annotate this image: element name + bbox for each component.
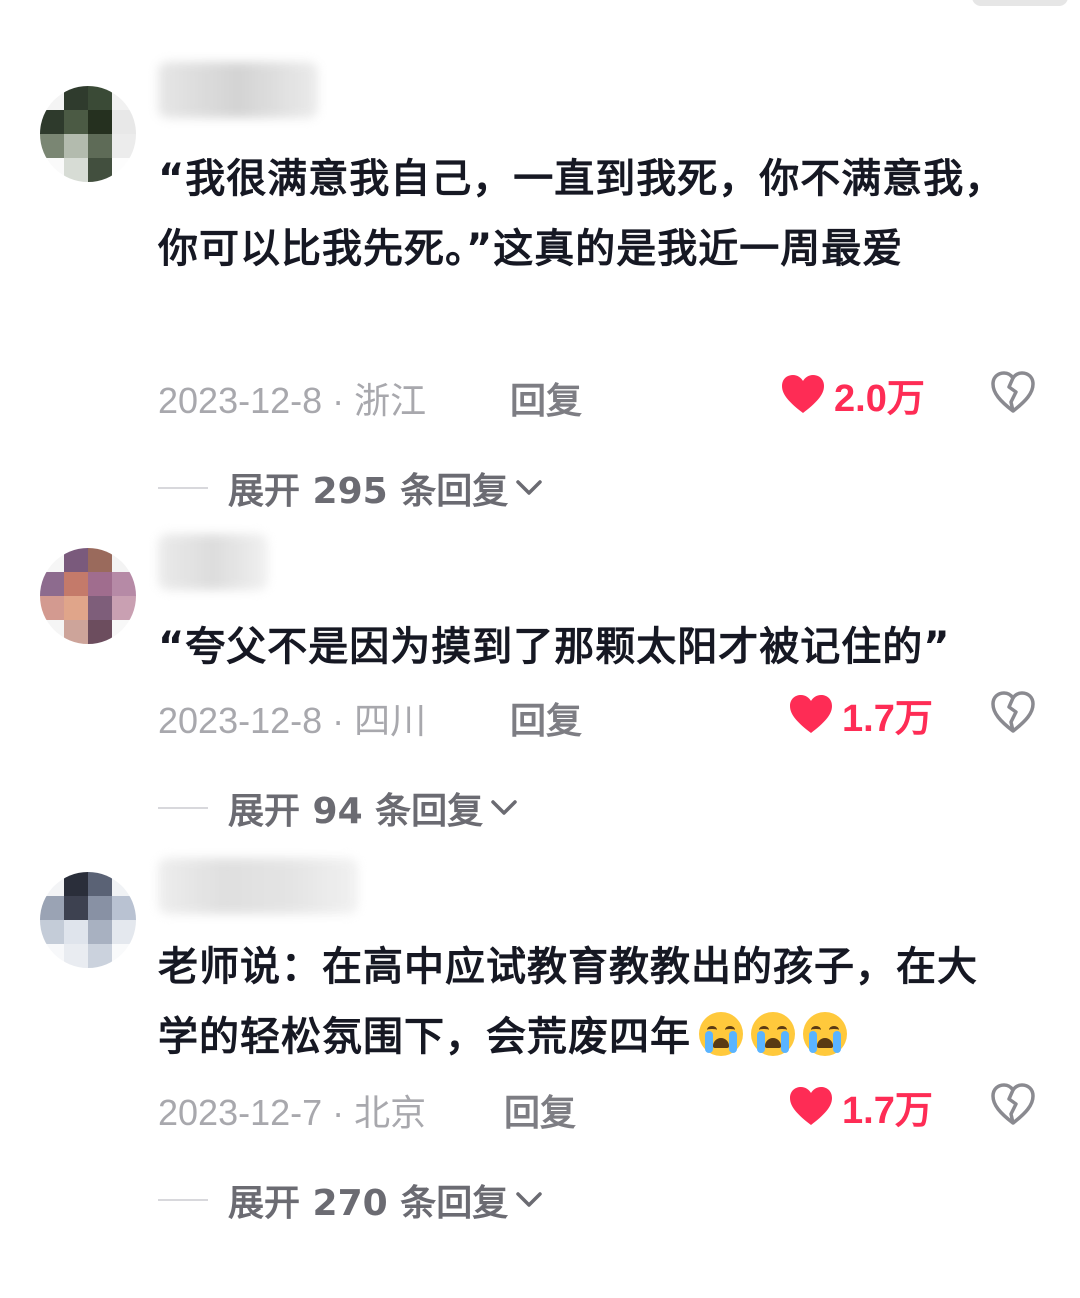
comment-meta: 2023-12-8 · 四川 回复 1.7万 [158, 686, 1048, 742]
comment-date-location: 2023-12-7 · 北京 [158, 1092, 427, 1133]
expand-replies-label: 展开 94 条回复 [228, 791, 484, 832]
expand-replies[interactable]: 展开 295 条回复 [158, 460, 544, 516]
top-scroll-indicator [972, 0, 1068, 6]
username-blurred[interactable] [158, 858, 358, 914]
broken-heart-icon[interactable] [990, 690, 1036, 734]
username-blurred[interactable] [158, 62, 318, 118]
chevron-down-icon [491, 800, 517, 815]
comment-text: “我很满意我自己，一直到我死，你不满意我，你可以比我先死。”这真的是我近一周最爱 [158, 156, 1006, 272]
heart-icon [782, 375, 824, 413]
comment-date-location: 2023-12-8 · 四川 [158, 700, 427, 741]
avatar[interactable] [40, 86, 136, 182]
divider-line [158, 1199, 208, 1201]
expand-replies[interactable]: 展开 270 条回复 [158, 1172, 544, 1228]
loudly-crying-face-icon [699, 1012, 743, 1056]
loudly-crying-face-icon [751, 1012, 795, 1056]
comment-meta: 2023-12-7 · 北京 回复 1.7万 [158, 1078, 1048, 1134]
reply-button[interactable]: 回复 [504, 1084, 576, 1136]
expand-replies[interactable]: 展开 94 条回复 [158, 780, 519, 836]
reply-button[interactable]: 回复 [510, 692, 582, 744]
heart-icon [790, 695, 832, 733]
chevron-down-icon [516, 1192, 542, 1207]
like-count: 1.7万 [842, 697, 933, 740]
broken-heart-icon[interactable] [990, 1082, 1036, 1126]
loudly-crying-face-icon [803, 1012, 847, 1056]
divider-line [158, 807, 208, 809]
comment-text: 老师说：在高中应试教育教教出的孩子，在大学的轻松氛围下，会荒废四年 [158, 932, 1008, 1072]
like-count: 2.0万 [834, 377, 925, 420]
broken-heart-icon[interactable] [990, 370, 1036, 414]
username-blurred[interactable] [158, 534, 268, 590]
comment-text: “夸父不是因为摸到了那颗太阳才被记住的” [158, 624, 951, 670]
like-button[interactable]: 1.7万 [788, 1078, 933, 1134]
expand-replies-label: 展开 295 条回复 [228, 471, 509, 512]
reply-button[interactable]: 回复 [510, 372, 582, 424]
chevron-down-icon [516, 480, 542, 495]
like-count: 1.7万 [842, 1089, 933, 1132]
avatar[interactable] [40, 548, 136, 644]
comment-date-location: 2023-12-8 · 浙江 [158, 380, 427, 421]
comment-meta: 2023-12-8 · 浙江 回复 2.0万 [158, 366, 1048, 422]
like-button[interactable]: 2.0万 [780, 366, 925, 422]
heart-icon [790, 1087, 832, 1125]
avatar[interactable] [40, 872, 136, 968]
divider-line [158, 487, 208, 489]
expand-replies-label: 展开 270 条回复 [228, 1183, 509, 1224]
like-button[interactable]: 1.7万 [788, 686, 933, 742]
comment-text-body: 老师说：在高中应试教育教教出的孩子，在大学的轻松氛围下，会荒废四年 [158, 944, 978, 1060]
